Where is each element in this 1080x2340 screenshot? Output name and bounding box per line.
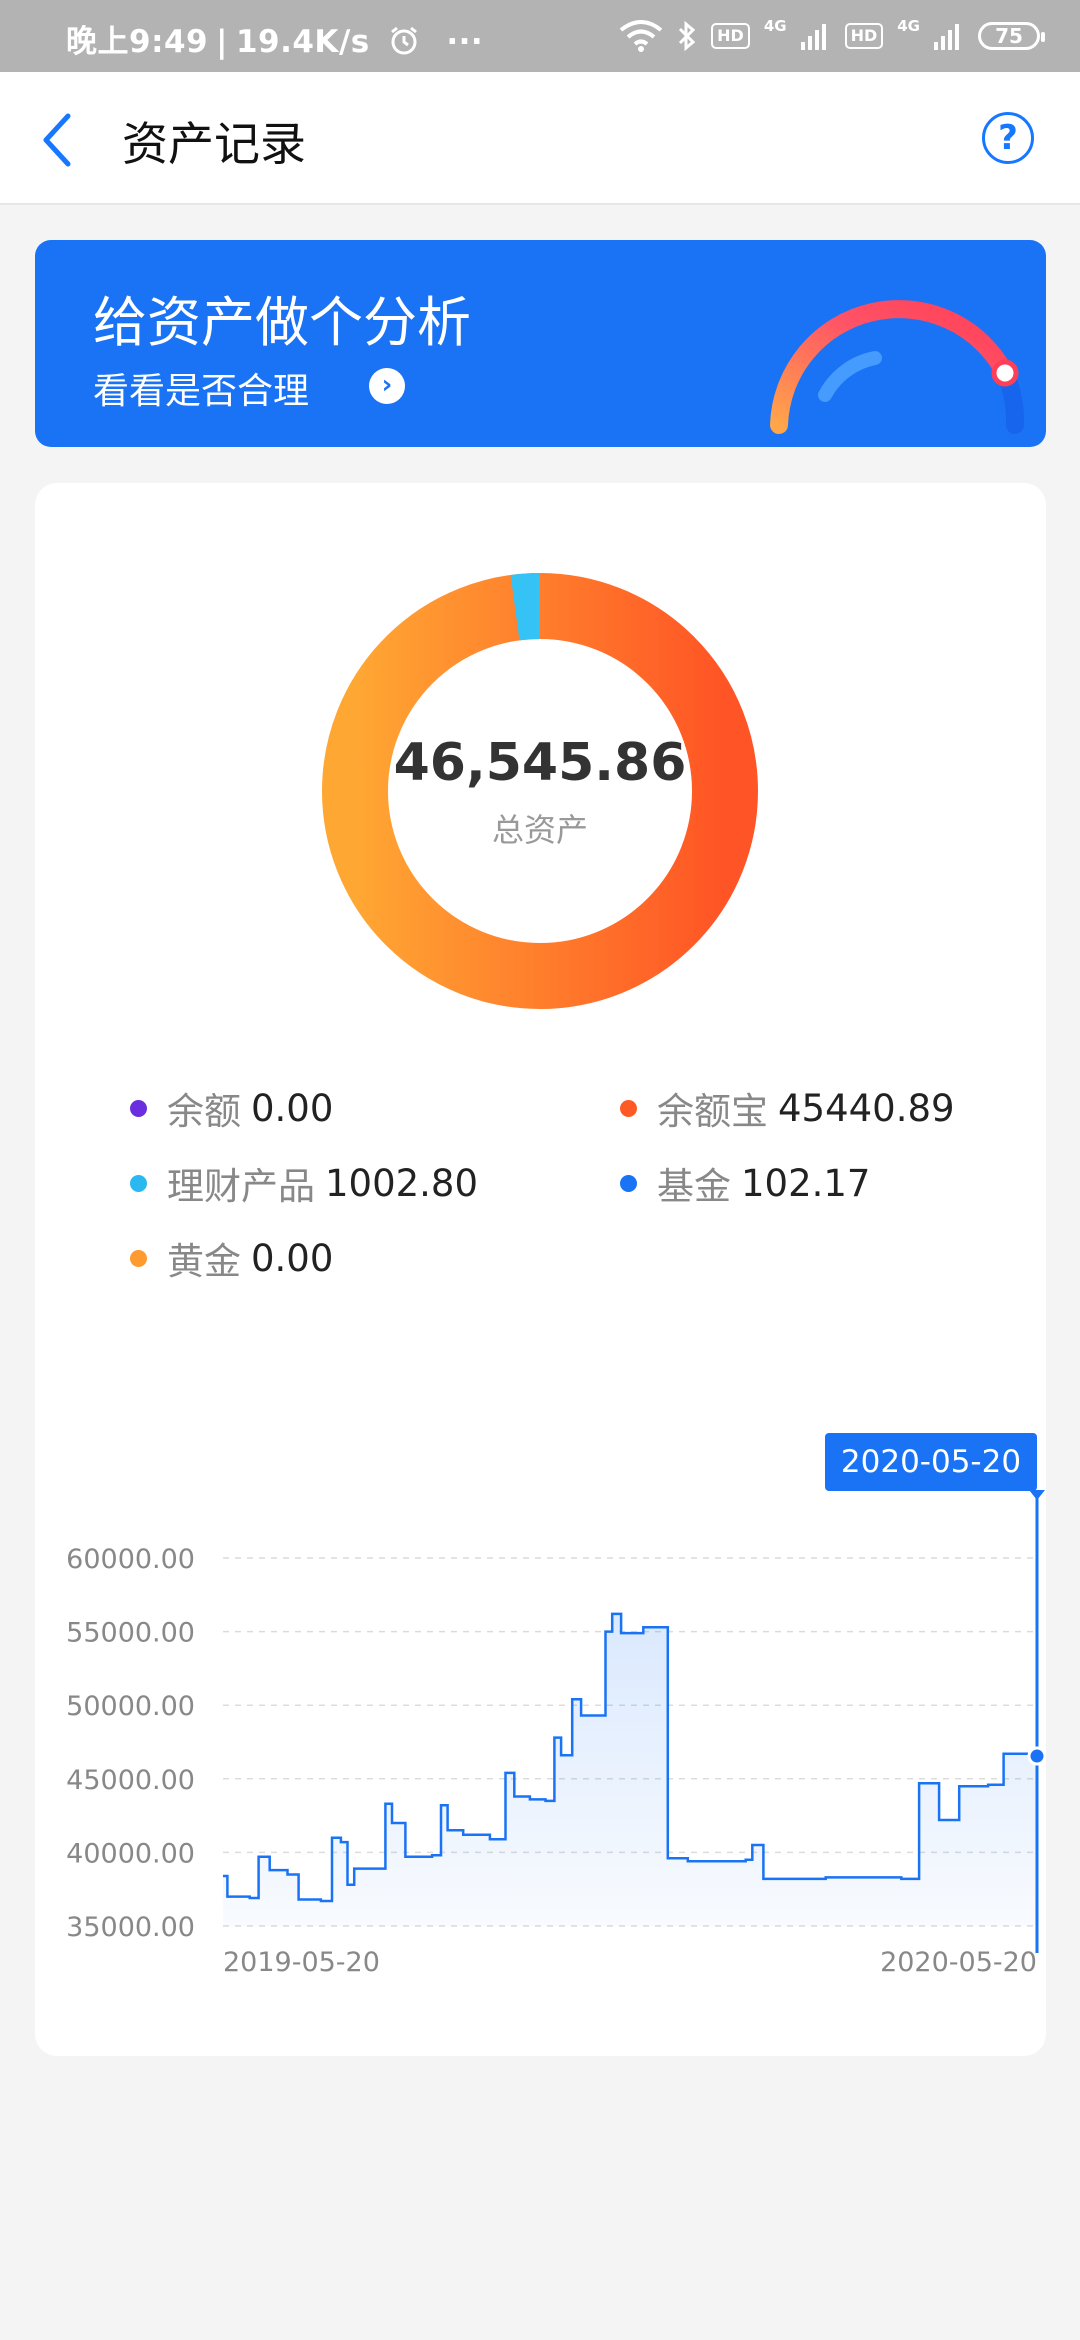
tooltip-pointer — [1029, 1490, 1045, 1500]
total-assets-label: 总资产 — [491, 811, 588, 849]
top-nav-bar: 资产记录 ? — [0, 72, 1080, 205]
bluetooth-icon — [679, 20, 696, 52]
asset-analysis-banner[interactable]: 给资产做个分析 看看是否合理 › — [35, 240, 1046, 447]
signal-icon-2 — [934, 24, 959, 50]
legend-label: 余额宝 — [657, 1090, 768, 1133]
gauge-illustration — [770, 300, 1025, 434]
wifi-icon — [619, 20, 663, 52]
y-tick-label: 45000.00 — [66, 1765, 195, 1796]
legend-dot — [130, 1099, 147, 1117]
asset-card: 46,545.86 总资产 余额 0.00 余额宝 45440.89 理财产品 … — [35, 483, 1046, 2056]
legend-item-gold[interactable]: 黄金 0.00 — [130, 1231, 333, 1285]
legend-dot — [130, 1249, 147, 1267]
network-type-2: 4G — [897, 16, 920, 35]
legend-dot — [620, 1099, 637, 1117]
status-left: 晚上9:49 | 19.4K/s ··· — [66, 16, 483, 61]
legend-label: 黄金 — [167, 1240, 241, 1283]
hd-badge-1: HD — [711, 23, 750, 49]
status-time: 晚上9:49 — [66, 24, 209, 60]
y-tick-label: 50000.00 — [66, 1691, 195, 1722]
legend-label: 理财产品 — [167, 1165, 315, 1208]
legend-dot — [130, 1174, 147, 1192]
legend-item-wealth-products[interactable]: 理财产品 1002.80 — [130, 1156, 478, 1210]
legend-value: 1002.80 — [325, 1161, 479, 1205]
legend-item-yuebao[interactable]: 余额宝 45440.89 — [620, 1081, 955, 1135]
page-title: 资产记录 — [122, 117, 306, 171]
network-speed: 19.4K/s — [235, 24, 370, 60]
x-tick-label: 2019-05-20 — [223, 1947, 380, 1978]
alarm-icon — [391, 26, 417, 55]
legend-value: 0.00 — [251, 1086, 334, 1130]
legend-dot — [620, 1174, 637, 1192]
status-right: HD 4G HD 4G 75 — [619, 14, 1045, 58]
legend-label: 余额 — [167, 1090, 241, 1133]
y-tick-label: 60000.00 — [66, 1544, 195, 1575]
status-separator: | — [216, 24, 228, 60]
x-tick-label: 2020-05-20 — [880, 1947, 1037, 1978]
legend-value: 0.00 — [251, 1236, 334, 1280]
asset-history-chart[interactable]: 60000.00 55000.00 50000.00 45000.00 40000.00… — [35, 1433, 1046, 2033]
legend-value: 102.17 — [741, 1161, 871, 1205]
y-tick-label: 55000.00 — [66, 1618, 195, 1649]
help-button[interactable]: ? — [982, 112, 1034, 164]
hd-badge-2: HD — [844, 23, 884, 49]
line-chart-svg: 60000.00 55000.00 50000.00 45000.00 40000.00… — [66, 1490, 1046, 1978]
total-assets-value: 46,545.86 — [393, 733, 687, 793]
chevron-right-icon: › — [369, 368, 405, 404]
chart-tooltip-date: 2020-05-20 — [825, 1433, 1037, 1491]
banner-title: 给资产做个分析 — [93, 291, 471, 354]
signal-icon-1 — [800, 24, 826, 50]
legend-item-balance[interactable]: 余额 0.00 — [130, 1081, 333, 1135]
battery-indicator: 75 — [978, 22, 1045, 50]
back-arrow-icon[interactable] — [36, 108, 86, 172]
chart-cursor-point — [1027, 1746, 1046, 1766]
y-tick-label: 35000.00 — [66, 1912, 195, 1943]
more-indicator: ··· — [446, 24, 484, 60]
legend-value: 45440.89 — [778, 1086, 955, 1130]
legend-label: 基金 — [657, 1165, 731, 1208]
asset-donut-chart: 46,545.86 总资产 — [322, 573, 758, 1009]
status-bar: 晚上9:49 | 19.4K/s ··· HD 4G HD 4G 75 — [0, 0, 1080, 72]
banner-subtitle: 看看是否合理 — [93, 371, 310, 412]
network-type-1: 4G — [763, 16, 787, 35]
y-tick-label: 40000.00 — [66, 1838, 195, 1869]
legend-item-fund[interactable]: 基金 102.17 — [620, 1156, 870, 1210]
